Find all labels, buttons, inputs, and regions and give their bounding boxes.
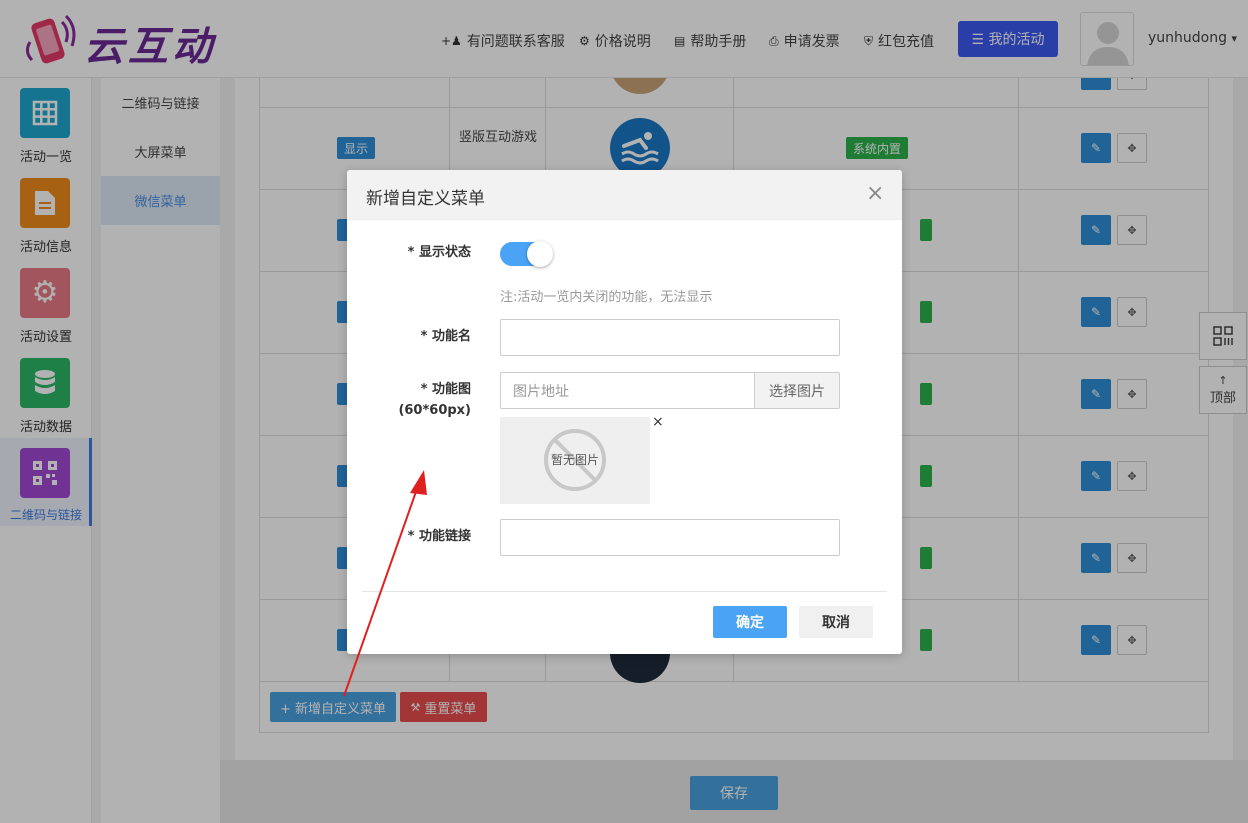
image-label-size: (60*60px) xyxy=(398,403,471,418)
image-label: * 功能图 (60*60px) xyxy=(377,379,471,421)
image-label-title: * 功能图 xyxy=(420,382,471,397)
image-url-input[interactable]: 图片地址 xyxy=(500,372,756,409)
choose-image-button[interactable]: 选择图片 xyxy=(754,372,840,409)
toggle-knob xyxy=(527,241,553,267)
cancel-button[interactable]: 取消 xyxy=(799,606,873,638)
link-input[interactable] xyxy=(500,519,840,556)
close-icon[interactable]: × xyxy=(866,182,884,206)
dialog-title: 新增自定义菜单 xyxy=(366,189,485,209)
link-label: * 功能链接 xyxy=(407,529,471,544)
confirm-button[interactable]: 确定 xyxy=(713,606,787,638)
status-hint: 注:活动一览内关闭的功能，无法显示 xyxy=(500,290,713,305)
remove-image-icon[interactable]: × xyxy=(652,414,664,430)
add-custom-menu-dialog: 新增自定义菜单 × * 显示状态 注:活动一览内关闭的功能，无法显示 * 功能名… xyxy=(347,170,902,654)
dialog-header: 新增自定义菜单 × xyxy=(347,170,902,220)
name-label: * 功能名 xyxy=(420,329,471,344)
image-preview: 暂无图片 xyxy=(500,417,650,504)
no-image-label: 暂无图片 xyxy=(550,453,599,467)
name-input[interactable] xyxy=(500,319,840,356)
status-label: * 显示状态 xyxy=(407,245,471,260)
dialog-divider xyxy=(362,591,887,592)
status-toggle[interactable] xyxy=(500,241,553,267)
